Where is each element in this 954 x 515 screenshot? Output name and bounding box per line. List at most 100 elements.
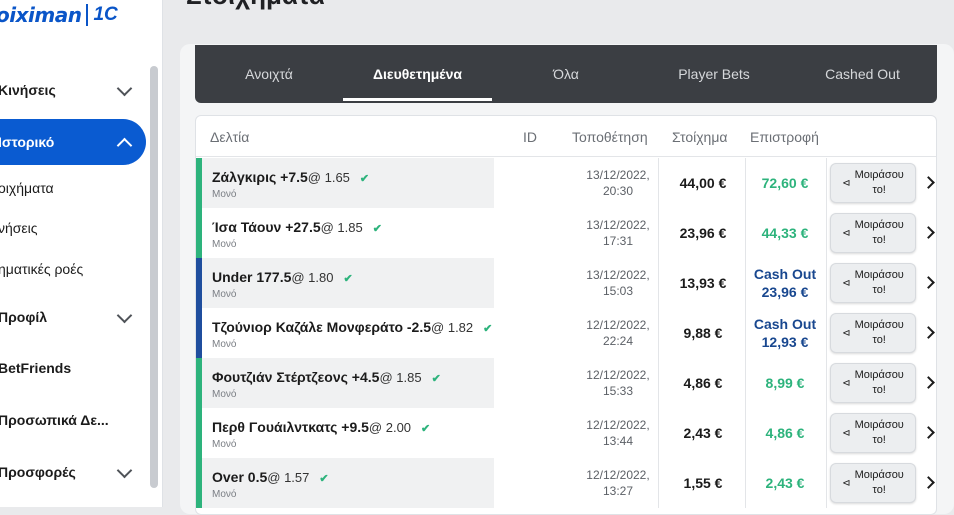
check-icon: ✔ bbox=[343, 273, 353, 285]
share-label: Μοιράσου το! bbox=[854, 419, 904, 446]
logo-divider bbox=[86, 4, 89, 26]
sidebar-subitem-transactions[interactable]: νήσεις bbox=[0, 220, 38, 236]
share-button[interactable]: ⊲ Μοιράσου το! bbox=[830, 263, 916, 303]
sidebar-item-profile[interactable]: Προφίλ bbox=[0, 294, 146, 340]
sidebar-item-kiniseis[interactable]: Κινήσεις bbox=[0, 67, 146, 113]
placed-time: 17:31 bbox=[602, 234, 634, 248]
share-button[interactable]: ⊲ Μοιράσου το! bbox=[830, 213, 916, 253]
sidebar-item-label: Κινήσεις bbox=[0, 82, 56, 98]
cell-divider bbox=[658, 408, 659, 458]
sidebar-item-label: BetFriends bbox=[0, 360, 72, 376]
share-button[interactable]: ⊲ Μοιράσου το! bbox=[830, 413, 916, 453]
selection-name: Ίσα Τάουν +27.5 bbox=[212, 219, 321, 235]
tab-open[interactable]: Ανοιχτά bbox=[195, 45, 343, 103]
bet-type: Μονό bbox=[212, 489, 237, 500]
header-slips: Δελτία bbox=[210, 129, 250, 145]
stake-value: 4,86 € bbox=[683, 375, 723, 391]
selection[interactable]: Τζούνιορ Καζάλε Μονφεράτο -2.5@ 1.82 ✔ bbox=[212, 319, 492, 335]
placed-date: 13/12/2022, bbox=[586, 268, 650, 282]
cell-divider bbox=[826, 458, 827, 508]
bet-type: Μονό bbox=[212, 439, 237, 450]
tab-player-bets[interactable]: Player Bets bbox=[640, 45, 788, 103]
stake-value: 13,93 € bbox=[679, 275, 727, 291]
return-value: 4,86 € bbox=[765, 425, 805, 441]
chevron-right-icon[interactable] bbox=[922, 426, 935, 439]
share-label: Μοιράσου το! bbox=[854, 369, 904, 396]
chevron-down-icon bbox=[116, 80, 133, 97]
odds: @ 1.85 bbox=[379, 370, 422, 385]
page-title: Στοιχήματα bbox=[186, 0, 325, 11]
tab-settled[interactable]: Διευθετημένα bbox=[343, 45, 492, 103]
tab-cashed-out[interactable]: Cashed Out bbox=[788, 45, 937, 103]
stake-value: 2,43 € bbox=[683, 425, 723, 441]
share-label: Μοιράσου το! bbox=[854, 169, 904, 196]
chevron-right-icon[interactable] bbox=[922, 376, 935, 389]
placed-date: 12/12/2022, bbox=[586, 368, 650, 382]
id-column-redaction bbox=[494, 158, 576, 498]
placed-date: 12/12/2022, bbox=[586, 418, 650, 432]
share-icon: ⊲ bbox=[842, 427, 851, 439]
cell-divider bbox=[658, 258, 659, 308]
placed-datetime: 12/12/2022, 13:44 bbox=[578, 417, 658, 449]
selection[interactable]: Over 0.5@ 1.57 ✔ bbox=[212, 469, 329, 485]
selection[interactable]: Περθ Γουάιλντκατς +9.5@ 2.00 ✔ bbox=[212, 419, 430, 435]
chevron-right-icon[interactable] bbox=[922, 276, 935, 289]
chevron-down-icon bbox=[116, 462, 133, 479]
chevron-right-icon[interactable] bbox=[922, 226, 935, 239]
return-cashout: Cash Out 23,96 € bbox=[746, 265, 824, 301]
check-icon: ✔ bbox=[431, 373, 441, 385]
sidebar-item-istoriko[interactable]: Ιστορικό bbox=[0, 119, 146, 165]
placed-datetime: 12/12/2022, 15:33 bbox=[578, 367, 658, 399]
sidebar-subitem-bets[interactable]: οιχήματα bbox=[0, 180, 54, 196]
chevron-right-icon[interactable] bbox=[922, 476, 935, 489]
share-icon: ⊲ bbox=[842, 327, 851, 339]
logo-text: oiximan bbox=[0, 3, 82, 27]
cell-divider bbox=[658, 158, 659, 208]
stake-value: 9,88 € bbox=[683, 325, 723, 341]
sidebar-item-label: Προσωπικά Δε... bbox=[0, 412, 109, 428]
odds: @ 1.80 bbox=[291, 270, 334, 285]
sidebar-item-label: Προφίλ bbox=[0, 309, 48, 325]
sidebar-item-offers[interactable]: Προσφορές bbox=[0, 449, 146, 495]
check-icon: ✔ bbox=[483, 323, 493, 335]
return-value: 23,96 € bbox=[761, 284, 809, 300]
selection[interactable]: Ίσα Τάουν +27.5@ 1.85 ✔ bbox=[212, 219, 382, 235]
sidebar-item-betfriends[interactable]: BetFriends bbox=[0, 345, 146, 391]
selection-name: Φουτζιάν Στέρτζεονς +4.5 bbox=[212, 369, 380, 385]
placed-date: 13/12/2022, bbox=[586, 168, 650, 182]
header-id: ID bbox=[523, 129, 537, 145]
selection-name: Τζούνιορ Καζάλε Μονφεράτο -2.5 bbox=[212, 319, 432, 335]
placed-time: 13:44 bbox=[602, 434, 634, 448]
share-button[interactable]: ⊲ Μοιράσου το! bbox=[830, 463, 916, 503]
selection-name: Περθ Γουάιλντκατς +9.5 bbox=[212, 419, 369, 435]
selection[interactable]: Under 177.5@ 1.80 ✔ bbox=[212, 269, 353, 285]
share-button[interactable]: ⊲ Μοιράσου το! bbox=[830, 163, 916, 203]
share-icon: ⊲ bbox=[842, 177, 851, 189]
share-button[interactable]: ⊲ Μοιράσου το! bbox=[830, 363, 916, 403]
chevron-down-icon bbox=[116, 307, 133, 324]
return-value: 44,33 € bbox=[761, 225, 809, 241]
sidebar-item-personal-data[interactable]: Προσωπικά Δε... bbox=[0, 397, 146, 443]
cell-divider bbox=[658, 458, 659, 508]
tab-all[interactable]: Όλα bbox=[492, 45, 640, 103]
brand-logo[interactable]: oiximan 1C bbox=[0, 2, 118, 28]
chevron-right-icon[interactable] bbox=[922, 176, 935, 189]
placed-date: 12/12/2022, bbox=[586, 468, 650, 482]
chevron-right-icon[interactable] bbox=[922, 326, 935, 339]
sidebar-subitem-cashflows[interactable]: ηματικές ροές bbox=[0, 261, 83, 277]
check-icon: ✔ bbox=[319, 473, 329, 485]
odds: @ 1.85 bbox=[320, 220, 363, 235]
sidebar-scrollbar[interactable] bbox=[150, 66, 158, 488]
chevron-up-icon bbox=[116, 137, 133, 154]
selection[interactable]: Φουτζιάν Στέρτζεονς +4.5@ 1.85 ✔ bbox=[212, 369, 441, 385]
check-icon: ✔ bbox=[372, 223, 382, 235]
odds: @ 2.00 bbox=[368, 420, 412, 435]
return-cashout: Cash Out 12,93 € bbox=[746, 315, 824, 351]
header-stake: Στοίχημα bbox=[672, 129, 728, 145]
placed-datetime: 12/12/2022, 22:24 bbox=[578, 317, 658, 349]
share-icon: ⊲ bbox=[842, 227, 851, 239]
share-button[interactable]: ⊲ Μοιράσου το! bbox=[830, 313, 916, 353]
selection[interactable]: Ζάλγκιρις +7.5@ 1.65 ✔ bbox=[212, 169, 369, 185]
bets-table: Δελτία ID Τοποθέτηση Στοίχημα Επιστροφή … bbox=[195, 115, 937, 515]
share-icon: ⊲ bbox=[842, 277, 851, 289]
